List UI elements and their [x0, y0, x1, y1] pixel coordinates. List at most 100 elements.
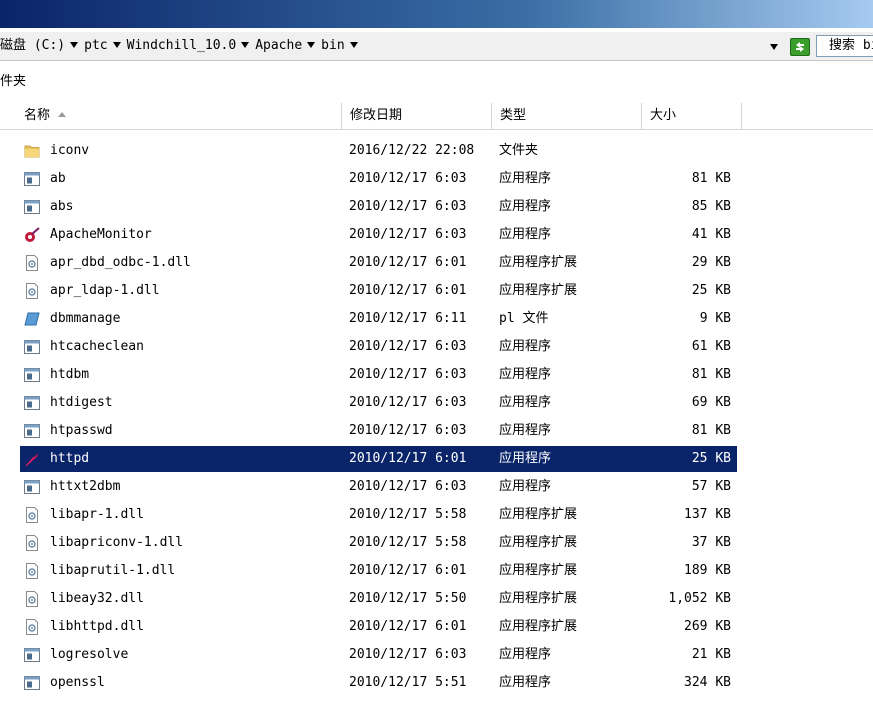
- dll-icon: [24, 535, 40, 551]
- file-row[interactable]: libapriconv-1.dll 2010/12/17 5:58 应用程序扩展 37…: [20, 530, 737, 556]
- file-row-selected[interactable]: httpd 2010/12/17 6:01 应用程序 25 KB: [20, 446, 737, 472]
- dll-icon: [24, 283, 40, 299]
- file-size: 269 KB: [684, 619, 731, 634]
- column-header-size[interactable]: 大小: [642, 103, 742, 129]
- file-row[interactable]: abs 2010/12/17 6:03 应用程序 85 KB: [20, 194, 737, 220]
- file-row[interactable]: apr_ldap-1.dll 2010/12/17 6:01 应用程序扩展 25 KB: [20, 278, 737, 304]
- file-modified-date: 2010/12/17 6:03: [349, 227, 467, 242]
- chevron-down-icon[interactable]: [349, 41, 358, 48]
- dll-icon: [24, 619, 40, 635]
- file-row[interactable]: htpasswd 2010/12/17 6:03 应用程序 81 KB: [20, 418, 737, 444]
- exe-icon: [24, 479, 40, 495]
- file-row[interactable]: dbmmanage 2010/12/17 6:11 pl 文件 9 KB: [20, 306, 737, 332]
- file-row[interactable]: iconv 2016/12/22 22:08 文件夹: [20, 138, 737, 164]
- file-size: 25 KB: [691, 451, 731, 466]
- file-name: ab: [50, 171, 66, 186]
- file-modified-date: 2010/12/17 5:50: [349, 591, 467, 606]
- column-header-type-label: 类型: [500, 108, 527, 123]
- search-input[interactable]: 搜索 bin: [816, 35, 873, 57]
- file-type: 文件夹: [499, 143, 539, 158]
- chevron-down-icon[interactable]: [112, 41, 121, 48]
- file-name: ApacheMonitor: [50, 227, 152, 242]
- file-row[interactable]: libhttpd.dll 2010/12/17 6:01 应用程序扩展 269 KB: [20, 614, 737, 640]
- file-row[interactable]: ab 2010/12/17 6:03 应用程序 81 KB: [20, 166, 737, 192]
- dll-icon: [24, 255, 40, 271]
- file-name: httxt2dbm: [50, 479, 121, 494]
- file-size: 85 KB: [691, 199, 731, 214]
- exe-icon: [24, 675, 40, 691]
- column-header-size-label: 大小: [650, 108, 677, 123]
- file-type: pl 文件: [499, 311, 549, 326]
- file-size: 61 KB: [691, 339, 731, 354]
- file-row[interactable]: logresolve 2010/12/17 6:03 应用程序 21 KB: [20, 642, 737, 668]
- file-name: logresolve: [50, 647, 129, 662]
- file-name: libapr-1.dll: [50, 507, 144, 522]
- file-row[interactable]: htdbm 2010/12/17 6:03 应用程序 81 KB: [20, 362, 737, 388]
- exe-icon: [24, 171, 40, 187]
- file-name: htpasswd: [50, 423, 113, 438]
- apache-monitor-icon: [24, 227, 40, 243]
- breadcrumb-apache[interactable]: Apache: [255, 35, 302, 57]
- file-size: [649, 138, 731, 164]
- file-row[interactable]: openssl 2010/12/17 5:51 应用程序 324 KB: [20, 670, 737, 696]
- refresh-icon: [796, 42, 804, 52]
- script-icon: [24, 311, 40, 327]
- file-size: 21 KB: [691, 647, 731, 662]
- file-modified-date: 2010/12/17 6:03: [349, 171, 467, 186]
- column-header-date-label: 修改日期: [350, 108, 403, 123]
- file-name: htdigest: [50, 395, 113, 410]
- refresh-button[interactable]: [790, 38, 810, 56]
- file-modified-date: 2010/12/17 6:03: [349, 647, 467, 662]
- exe-icon: [24, 339, 40, 355]
- exe-icon: [24, 395, 40, 411]
- file-type: 应用程序扩展: [499, 619, 578, 634]
- file-modified-date: 2010/12/17 6:01: [349, 619, 467, 634]
- file-type: 应用程序扩展: [499, 283, 578, 298]
- file-modified-date: 2010/12/17 6:03: [349, 395, 467, 410]
- file-name: libaprutil-1.dll: [50, 563, 176, 578]
- file-size: 25 KB: [691, 283, 731, 298]
- folder-icon: [24, 143, 40, 159]
- file-modified-date: 2010/12/17 5:51: [349, 675, 467, 690]
- file-modified-date: 2010/12/17 5:58: [349, 507, 467, 522]
- file-type: 应用程序: [499, 675, 552, 690]
- file-modified-date: 2010/12/17 6:03: [349, 367, 467, 382]
- breadcrumb-ptc[interactable]: ptc: [84, 35, 107, 57]
- chevron-down-icon[interactable]: [307, 41, 316, 48]
- column-header-name[interactable]: 名称: [16, 103, 342, 129]
- column-header-date[interactable]: 修改日期: [342, 103, 492, 129]
- dll-icon: [24, 507, 40, 523]
- breadcrumb-windchill[interactable]: Windchill_10.0: [127, 35, 237, 57]
- file-row[interactable]: libaprutil-1.dll 2010/12/17 6:01 应用程序扩展 189…: [20, 558, 737, 584]
- file-size: 81 KB: [691, 171, 731, 186]
- file-row[interactable]: ApacheMonitor 2010/12/17 6:03 应用程序 41 KB: [20, 222, 737, 248]
- file-type: 应用程序: [499, 199, 552, 214]
- file-size: 137 KB: [684, 507, 731, 522]
- file-row[interactable]: htdigest 2010/12/17 6:03 应用程序 69 KB: [20, 390, 737, 416]
- file-size: 81 KB: [691, 423, 731, 438]
- file-modified-date: 2010/12/17 6:03: [349, 479, 467, 494]
- window-title-bar: [0, 0, 873, 28]
- file-modified-date: 2010/12/17 6:03: [349, 423, 467, 438]
- address-history-dropdown-icon[interactable]: [770, 44, 778, 50]
- file-modified-date: 2010/12/17 6:01: [349, 451, 467, 466]
- file-row[interactable]: htcacheclean 2010/12/17 6:03 应用程序 61 KB: [20, 334, 737, 360]
- file-row[interactable]: libapr-1.dll 2010/12/17 5:58 应用程序扩展 137 KB: [20, 502, 737, 528]
- chevron-down-icon[interactable]: [70, 41, 79, 48]
- column-header-name-label: 名称: [24, 108, 51, 123]
- file-type: 应用程序: [499, 395, 552, 410]
- file-modified-date: 2010/12/17 6:03: [349, 199, 467, 214]
- file-row[interactable]: libeay32.dll 2010/12/17 5:50 应用程序扩展 1,052 K…: [20, 586, 737, 612]
- file-name: htdbm: [50, 367, 90, 382]
- file-type: 应用程序扩展: [499, 563, 578, 578]
- file-name: abs: [50, 199, 74, 214]
- column-header-type[interactable]: 类型: [492, 103, 642, 129]
- file-row[interactable]: apr_dbd_odbc-1.dll 2010/12/17 6:01 应用程序扩展 2…: [20, 250, 737, 276]
- file-name: apr_ldap-1.dll: [50, 283, 160, 298]
- breadcrumb: 磁盘 (C:) ptc Windchill_10.0 Apache bin: [0, 35, 364, 57]
- breadcrumb-bin[interactable]: bin: [321, 35, 344, 57]
- chevron-down-icon[interactable]: [241, 41, 250, 48]
- file-name: libhttpd.dll: [50, 619, 144, 634]
- breadcrumb-drive-c[interactable]: 磁盘 (C:): [0, 35, 65, 57]
- file-row[interactable]: httxt2dbm 2010/12/17 6:03 应用程序 57 KB: [20, 474, 737, 500]
